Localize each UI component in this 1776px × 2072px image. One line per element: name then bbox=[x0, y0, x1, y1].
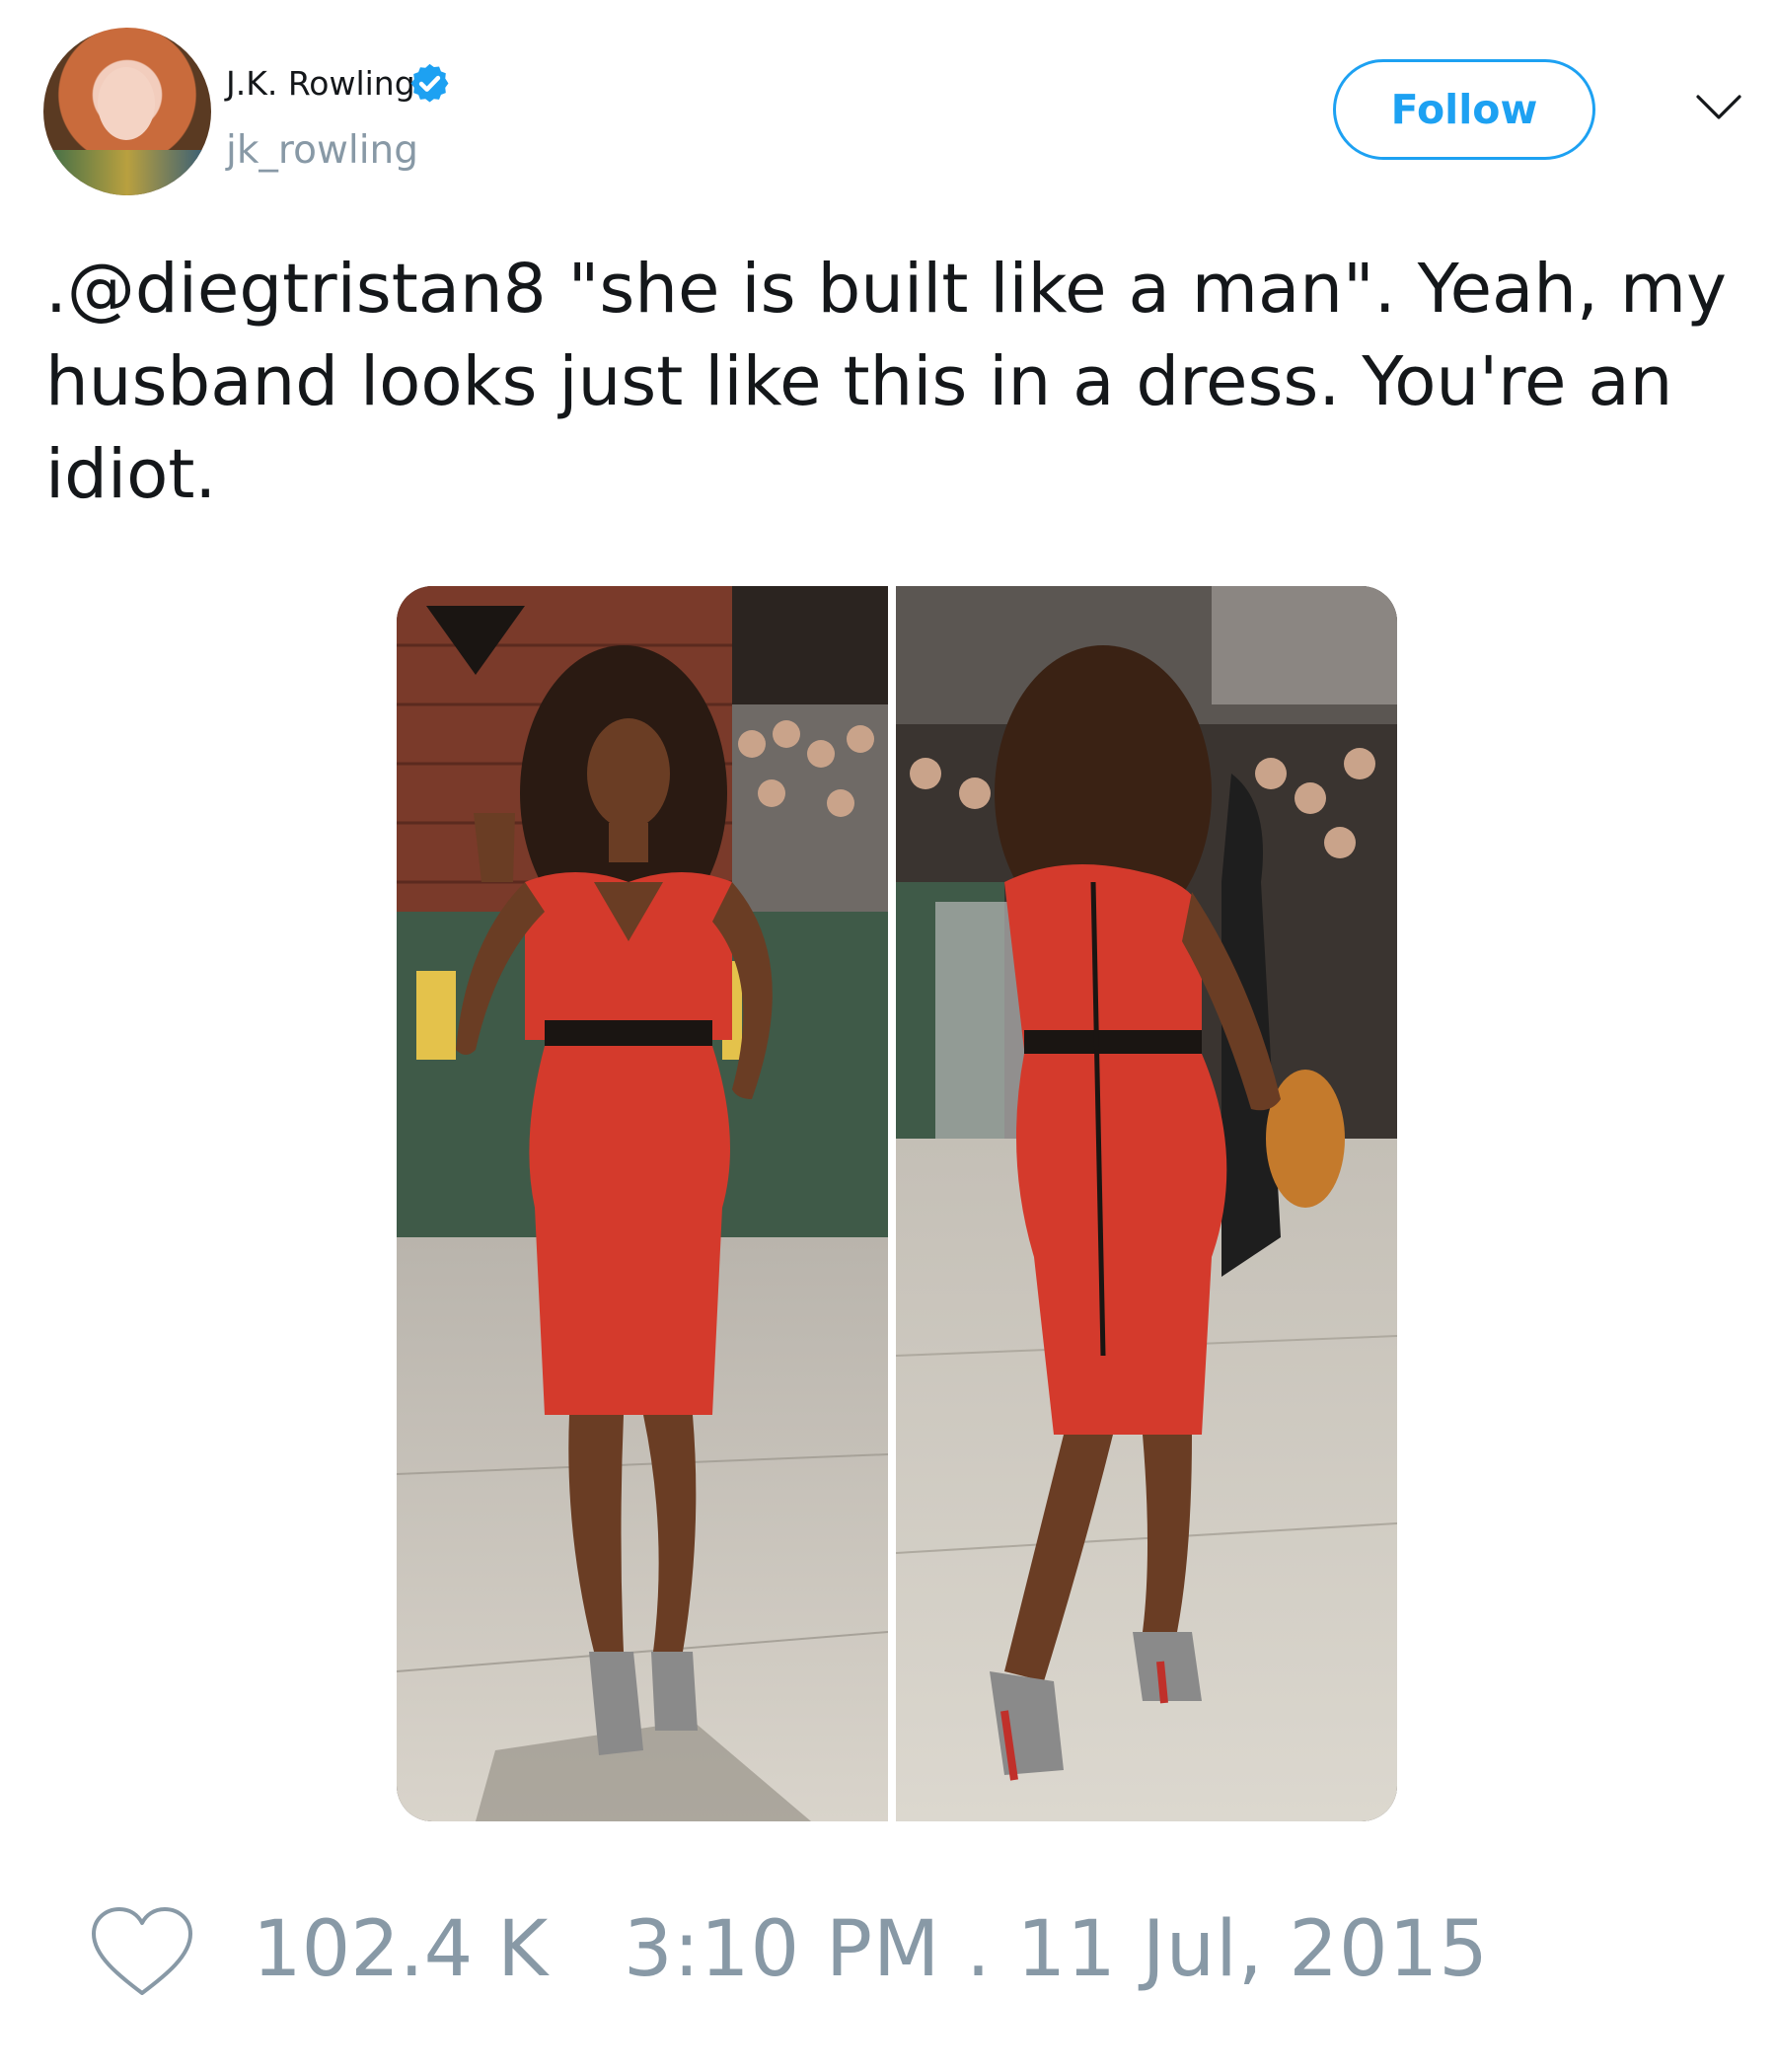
avatar-face bbox=[98, 67, 155, 140]
timestamp[interactable]: 3:10 PM . 11 Jul, 2015 bbox=[624, 1904, 1489, 1995]
avatar-shirt bbox=[43, 150, 211, 195]
display-name[interactable]: J.K. Rowling bbox=[226, 63, 415, 105]
chevron-down-icon[interactable] bbox=[1695, 93, 1742, 122]
avatar[interactable] bbox=[43, 28, 211, 195]
photo-front-view[interactable] bbox=[397, 586, 888, 1821]
photo-back-view[interactable] bbox=[896, 586, 1397, 1821]
follow-button[interactable]: Follow bbox=[1333, 59, 1595, 160]
user-handle[interactable]: jk_rowling bbox=[226, 128, 418, 174]
like-count: 102.4 K bbox=[253, 1905, 549, 1994]
heart-outline-icon[interactable] bbox=[89, 1904, 195, 1999]
tweet-media[interactable] bbox=[397, 586, 1397, 1821]
verified-badge-icon bbox=[410, 63, 449, 103]
tweet-text: .@diegtristan8 "she is built like a man"… bbox=[45, 250, 1727, 514]
